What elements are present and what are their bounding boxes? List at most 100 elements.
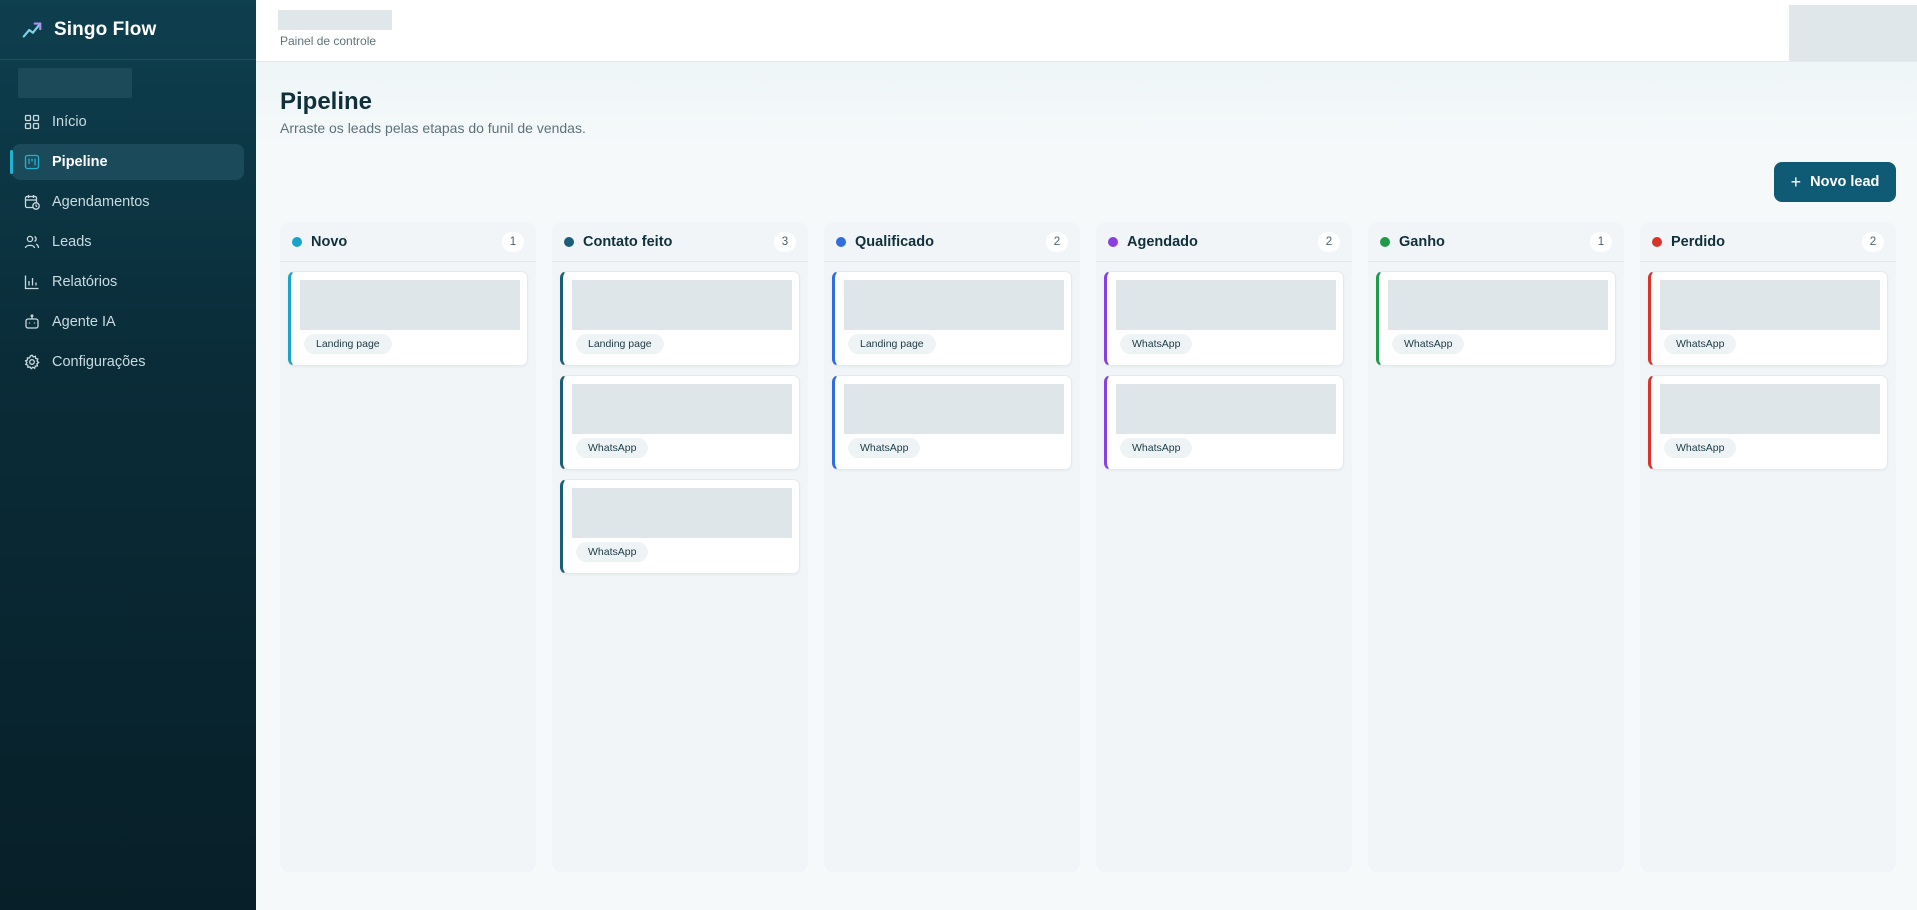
column-header: Contato feito 3 — [552, 222, 808, 262]
source-tag: WhatsApp — [576, 438, 649, 458]
new-lead-button[interactable]: + Novo lead — [1774, 162, 1896, 202]
lead-info-placeholder — [572, 280, 792, 330]
trend-icon — [20, 18, 44, 42]
sidebar-nav: Início Pipeline Agendamentos Leads Relat… — [0, 104, 256, 380]
sidebar-item-label: Início — [52, 114, 87, 130]
sidebar-item-label: Agendamentos — [52, 194, 150, 210]
main-content: Pipeline Arraste os leads pelas etapas d… — [256, 62, 1917, 910]
source-tag: Landing page — [848, 334, 936, 354]
lead-info-placeholder — [1388, 280, 1608, 330]
source-tag: WhatsApp — [576, 542, 649, 562]
column-title: Agendado — [1127, 233, 1198, 250]
pipeline-board: Novo 1 Landing page Contato feito 3 Land — [280, 222, 1897, 872]
source-tag: WhatsApp — [848, 438, 921, 458]
sidebar-item-agendamentos[interactable]: Agendamentos — [12, 184, 244, 220]
sidebar-item-configuracoes[interactable]: Configurações — [12, 344, 244, 380]
lead-card[interactable]: WhatsApp — [832, 375, 1072, 470]
pipeline-column: Perdido 2 WhatsApp WhatsApp — [1640, 222, 1896, 872]
column-header: Qualificado 2 — [824, 222, 1080, 262]
lead-info-placeholder — [300, 280, 520, 330]
column-count: 2 — [1862, 231, 1884, 252]
column-title: Qualificado — [855, 233, 934, 250]
top-bar: Painel de controle — [256, 0, 1917, 62]
sidebar-item-label: Agente IA — [52, 314, 116, 330]
calendar-clock-icon — [24, 194, 40, 210]
header-title-placeholder — [278, 10, 392, 30]
users-icon — [24, 234, 40, 250]
lead-card[interactable]: WhatsApp — [1648, 375, 1888, 470]
plus-icon: + — [1790, 172, 1802, 192]
source-tag: WhatsApp — [1664, 438, 1737, 458]
sidebar-item-label: Pipeline — [52, 154, 108, 170]
stage-dot — [836, 236, 846, 247]
sidebar-item-leads[interactable]: Leads — [12, 224, 244, 260]
lead-info-placeholder — [1660, 280, 1880, 330]
bar-chart-icon — [24, 274, 40, 290]
stage-dot — [1652, 236, 1662, 247]
lead-card[interactable]: Landing page — [560, 271, 800, 366]
user-menu[interactable] — [1789, 5, 1917, 61]
column-title: Ganho — [1399, 233, 1445, 250]
source-tag: WhatsApp — [1120, 334, 1193, 354]
source-tag: WhatsApp — [1392, 334, 1465, 354]
kanban-icon — [24, 154, 40, 170]
pipeline-column: Ganho 1 WhatsApp — [1368, 222, 1624, 872]
column-count: 2 — [1046, 231, 1068, 252]
pipeline-column: Novo 1 Landing page — [280, 222, 536, 872]
new-lead-label: Novo lead — [1810, 174, 1880, 190]
pipeline-column: Qualificado 2 Landing page WhatsApp — [824, 222, 1080, 872]
lead-info-placeholder — [1116, 384, 1336, 434]
column-header: Novo 1 — [280, 222, 536, 262]
source-tag: WhatsApp — [1120, 438, 1193, 458]
column-title: Perdido — [1671, 233, 1725, 250]
brand[interactable]: Singo Flow — [0, 0, 256, 60]
lead-info-placeholder — [1116, 280, 1336, 330]
lead-card[interactable]: WhatsApp — [1104, 375, 1344, 470]
lead-info-placeholder — [572, 384, 792, 434]
brand-name: Singo Flow — [54, 18, 157, 40]
column-header: Agendado 2 — [1096, 222, 1352, 262]
stage-dot — [1108, 236, 1118, 247]
sidebar-item-agente-ia[interactable]: Agente IA — [12, 304, 244, 340]
page-subtitle: Arraste os leads pelas etapas do funil d… — [280, 120, 586, 136]
page-title: Pipeline — [280, 88, 373, 115]
sidebar-item-label: Relatórios — [52, 274, 118, 290]
column-header: Perdido 2 — [1640, 222, 1896, 262]
lead-card[interactable]: WhatsApp — [560, 479, 800, 574]
sidebar-item-pipeline[interactable]: Pipeline — [10, 144, 244, 180]
source-tag: Landing page — [576, 334, 664, 354]
stage-dot — [292, 236, 302, 247]
sidebar: Singo Flow Início Pipeline Agendamentos — [0, 0, 256, 910]
lead-info-placeholder — [844, 280, 1064, 330]
lead-info-placeholder — [844, 384, 1064, 434]
bot-icon — [24, 314, 40, 330]
lead-card[interactable]: WhatsApp — [1104, 271, 1344, 366]
pipeline-column: Contato feito 3 Landing page WhatsApp Wh… — [552, 222, 808, 872]
lead-info-placeholder — [1660, 384, 1880, 434]
column-count: 1 — [502, 231, 524, 252]
lead-card[interactable]: WhatsApp — [1376, 271, 1616, 366]
gear-icon — [24, 354, 40, 370]
column-title: Novo — [311, 233, 348, 250]
lead-card[interactable]: Landing page — [288, 271, 528, 366]
lead-info-placeholder — [572, 488, 792, 538]
breadcrumb[interactable]: Painel de controle — [280, 34, 376, 48]
grid-icon — [24, 114, 40, 130]
source-tag: Landing page — [304, 334, 392, 354]
lead-card[interactable]: WhatsApp — [1648, 271, 1888, 366]
lead-card[interactable]: Landing page — [832, 271, 1072, 366]
stage-dot — [564, 236, 574, 247]
column-count: 3 — [774, 231, 796, 252]
user-placeholder — [18, 68, 132, 98]
column-title: Contato feito — [583, 233, 673, 250]
sidebar-item-inicio[interactable]: Início — [12, 104, 244, 140]
column-header: Ganho 1 — [1368, 222, 1624, 262]
column-count: 1 — [1590, 231, 1612, 252]
sidebar-item-relatorios[interactable]: Relatórios — [12, 264, 244, 300]
pipeline-column: Agendado 2 WhatsApp WhatsApp — [1096, 222, 1352, 872]
lead-card[interactable]: WhatsApp — [560, 375, 800, 470]
stage-dot — [1380, 236, 1390, 247]
column-count: 2 — [1318, 231, 1340, 252]
source-tag: WhatsApp — [1664, 334, 1737, 354]
sidebar-item-label: Configurações — [52, 354, 146, 370]
